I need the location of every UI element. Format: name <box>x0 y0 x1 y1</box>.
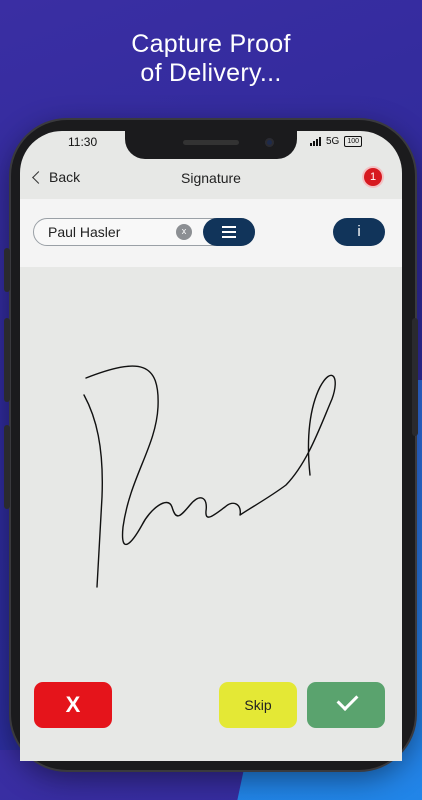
clear-icon[interactable]: x <box>176 224 192 240</box>
info-button[interactable]: i <box>333 218 385 246</box>
network-label: 5G <box>325 136 340 147</box>
phone-volume-down-button <box>4 425 10 509</box>
notification-badge[interactable]: 1 <box>364 168 382 186</box>
signal-icon <box>309 137 321 146</box>
signer-name-value: Paul Hasler <box>48 224 121 240</box>
status-time: 11:30 <box>68 135 98 149</box>
phone-screen: 11:30 5G 100 Back Signature 1 Paul Hasle… <box>20 131 402 761</box>
signature-pad[interactable] <box>20 267 402 677</box>
navigation-bar: Back Signature 1 <box>20 159 402 199</box>
headline-line-2: of Delivery... <box>140 59 282 87</box>
skip-button[interactable]: Skip <box>219 682 297 728</box>
headline-line-1: Capture Proof <box>131 30 291 58</box>
battery-icon: 100 <box>344 136 362 147</box>
confirm-button[interactable] <box>307 682 385 728</box>
phone-mute-switch <box>4 248 10 292</box>
phone-notch <box>125 131 297 159</box>
menu-button[interactable] <box>203 218 255 246</box>
headline: Capture Proof of Delivery... <box>0 30 422 88</box>
signature-stroke <box>83 365 336 588</box>
front-camera <box>265 138 274 147</box>
cancel-button[interactable]: X <box>34 682 112 728</box>
signer-bar: Paul Hasler x i <box>20 199 402 267</box>
checkmark-icon <box>336 689 359 711</box>
phone-volume-up-button <box>4 318 10 402</box>
page-title: Signature <box>181 170 241 186</box>
speaker-grille <box>183 140 239 145</box>
status-indicators: 5G 100 <box>309 136 362 147</box>
phone-power-button <box>412 318 418 436</box>
